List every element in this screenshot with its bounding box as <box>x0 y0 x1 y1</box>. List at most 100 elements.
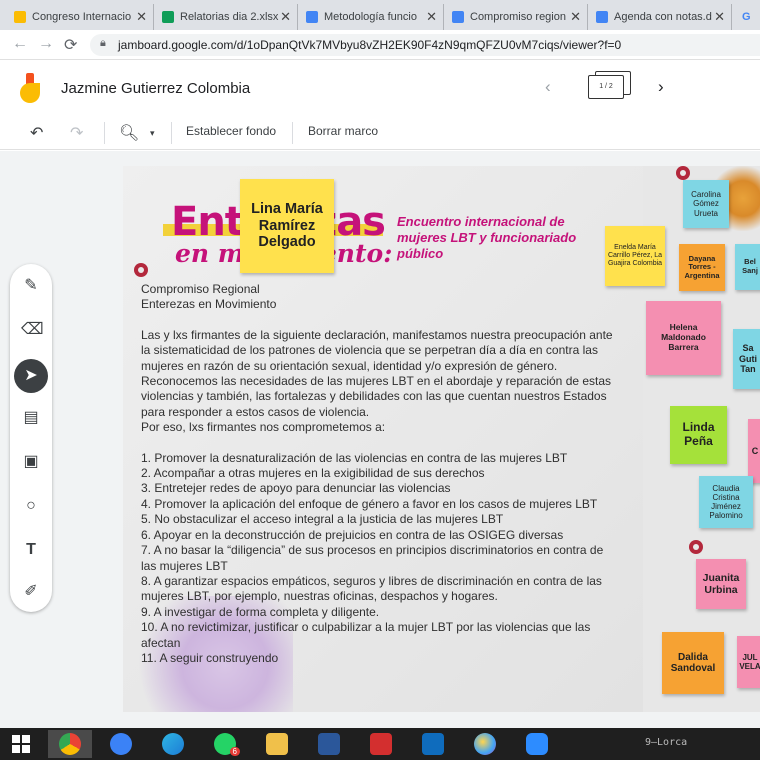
encounter-title: Encuentro internacional de mujeres LBT y… <box>397 214 577 261</box>
previous-frame-icon[interactable]: ‹ <box>545 77 551 97</box>
chat-app-icon[interactable] <box>104 730 138 758</box>
zoom-icon[interactable]: 🔍︎ <box>119 123 139 143</box>
taskbar-label: 9—Lorca <box>645 737 688 748</box>
pin-icon <box>134 263 148 277</box>
docs-icon <box>306 11 318 23</box>
sticky-note[interactable]: Bel Sanj <box>735 244 760 290</box>
close-icon[interactable]: ✕ <box>426 9 437 25</box>
commitment-item: 4. Promover la aplicación del enfoque de… <box>141 496 598 511</box>
sticky-note[interactable]: Juanita Urbina <box>696 559 746 609</box>
divider <box>104 122 105 144</box>
word-icon[interactable] <box>312 730 346 758</box>
commitment-item: 6. Apoyar en la deconstrucción de prejui… <box>141 527 564 542</box>
file-explorer-icon[interactable] <box>260 730 294 758</box>
sticky-note[interactable]: Dayana Torres - Argentina <box>679 244 725 291</box>
commitment-item: 10. A no revictimizar, justificar o culp… <box>141 620 591 650</box>
heading-line: Compromiso Regional <box>141 282 260 296</box>
intro-paragraph: Las y lxs firmantes de la siguiente decl… <box>141 327 613 419</box>
outlook-icon[interactable] <box>416 730 450 758</box>
clear-frame-button[interactable]: Borrar marco <box>308 124 378 138</box>
browser-tab-2[interactable]: Relatorias dia 2.xlsx ✕ <box>156 4 298 30</box>
sticky-note[interactable]: C <box>748 419 760 483</box>
reload-icon[interactable]: ⟳ <box>64 35 77 55</box>
zoom-app-icon[interactable] <box>520 730 554 758</box>
frame-counter[interactable]: 1 / 2 <box>588 75 624 99</box>
cursor-icon[interactable]: ➤ <box>21 366 41 386</box>
commit-line: Por eso, lxs firmantes nos comprometemos… <box>141 420 386 435</box>
jamboard-logo-icon <box>20 73 40 103</box>
chevron-down-icon[interactable]: ▾ <box>150 128 155 139</box>
notification-badge: 6 <box>229 747 240 756</box>
address-bar: ← → ⟳ jamboard.google.com/d/1oDpanQtVk7M… <box>0 30 760 60</box>
url-field[interactable]: jamboard.google.com/d/1oDpanQtVk7MVbyu8v… <box>90 34 760 56</box>
close-icon[interactable]: ✕ <box>570 9 581 25</box>
sticky-note[interactable]: Lina María Ramírez Delgado <box>240 179 334 273</box>
sticky-note-icon[interactable]: ▤ <box>21 408 41 428</box>
jamboard-header: Jazmine Gutierrez Colombia ‹ 1 / 2 › <box>0 61 760 116</box>
edge-icon[interactable] <box>156 730 190 758</box>
divider <box>292 122 293 144</box>
sticky-note[interactable]: Helena Maldonado Barrera <box>646 301 721 375</box>
sticky-note[interactable]: Sa Guti Tan <box>733 329 760 389</box>
commitment-item: 9. A investigar de forma completa y dili… <box>141 604 380 619</box>
paint-icon[interactable] <box>468 730 502 758</box>
close-icon[interactable]: ✕ <box>136 9 147 25</box>
close-icon[interactable]: ✕ <box>280 9 291 25</box>
drive-icon <box>14 11 26 23</box>
shape-icon[interactable]: ○ <box>21 496 41 516</box>
browser-tab-4[interactable]: Compromiso region ✕ <box>446 4 588 30</box>
browser-tab-5[interactable]: Agenda con notas.d ✕ <box>590 4 732 30</box>
browser-tab-1[interactable]: Congreso Internacio ✕ <box>8 4 154 30</box>
commitment-item: 8. A garantizar espacios empáticos, segu… <box>141 573 602 604</box>
browser-tab-google[interactable]: G <box>736 4 760 30</box>
heading-line: Enterezas en Movimiento <box>141 297 277 312</box>
back-icon[interactable]: ← <box>12 35 28 53</box>
eraser-icon[interactable]: ⌫ <box>21 320 44 340</box>
document-title[interactable]: Jazmine Gutierrez Colombia <box>61 80 250 97</box>
sheets-icon <box>162 11 174 23</box>
pin-icon <box>689 540 703 554</box>
undo-icon[interactable]: ↶ <box>30 123 43 143</box>
sticky-note[interactable]: Claudia Cristina Jiménez Palomino <box>699 476 753 528</box>
chrome-icon[interactable] <box>48 730 92 758</box>
tab-title: Relatorias dia 2.xlsx <box>180 11 279 23</box>
whatsapp-icon[interactable]: 6 <box>208 730 242 758</box>
commitment-item: 7. A no basar la “diligencia” de sus pro… <box>141 543 604 573</box>
commitment-item: 11. A seguir construyendo <box>141 650 279 665</box>
jamboard-canvas[interactable]: Enterezas en movimiento: Encuentro inter… <box>123 166 760 712</box>
commitment-item: 5. No obstaculizar el acceso integral a … <box>141 512 504 527</box>
divider <box>171 122 172 144</box>
laser-icon[interactable]: ✐ <box>21 582 41 602</box>
toolbar: ↶ ↷ 🔍︎ ▾ Establecer fondo Borrar marco <box>0 116 760 150</box>
sticky-note[interactable]: JUL VELA <box>737 636 760 688</box>
tab-title: Agenda con notas.d <box>614 11 712 23</box>
windows-taskbar: 6 9—Lorca <box>0 728 760 760</box>
acrobat-icon[interactable] <box>364 730 398 758</box>
image-icon[interactable]: ▣ <box>21 452 41 472</box>
docs-icon <box>596 11 608 23</box>
sticky-note[interactable]: Linda Peña <box>670 406 727 464</box>
browser-tab-bar: Congreso Internacio ✕ Relatorias dia 2.x… <box>0 0 760 30</box>
sticky-note[interactable]: Dalida Sandoval <box>662 632 724 694</box>
text-box-icon[interactable]: T <box>21 540 41 560</box>
tab-title: Congreso Internacio <box>32 11 132 23</box>
commitment-item: 3. Entretejer redes de apoyo para denunc… <box>141 481 451 496</box>
tab-title: Compromiso region <box>470 11 566 23</box>
tab-title: Metodología funcio <box>324 11 417 23</box>
next-frame-icon[interactable]: › <box>658 77 664 97</box>
windows-start-icon[interactable] <box>4 730 38 758</box>
commitment-item: 2. Acompañar a otras mujeres en la exigi… <box>141 466 485 481</box>
close-icon[interactable]: ✕ <box>714 9 725 25</box>
set-background-button[interactable]: Establecer fondo <box>186 124 276 138</box>
docs-icon <box>452 11 464 23</box>
sticky-note[interactable]: Enelda María Carrillo Pérez, La Guajira … <box>605 226 665 286</box>
redo-icon[interactable]: ↷ <box>70 123 83 143</box>
pen-icon[interactable]: ✎ <box>21 276 41 296</box>
browser-tab-3[interactable]: Metodología funcio ✕ <box>300 4 444 30</box>
pin-icon <box>676 166 690 180</box>
google-icon: G <box>742 11 751 23</box>
sticky-note[interactable]: Carolina Gómez Urueta <box>683 180 729 228</box>
lock-icon: 🔒︎ <box>100 37 106 49</box>
commitment-item: 1. Promover la desnaturalización de las … <box>141 450 568 465</box>
forward-icon[interactable]: → <box>38 35 54 53</box>
